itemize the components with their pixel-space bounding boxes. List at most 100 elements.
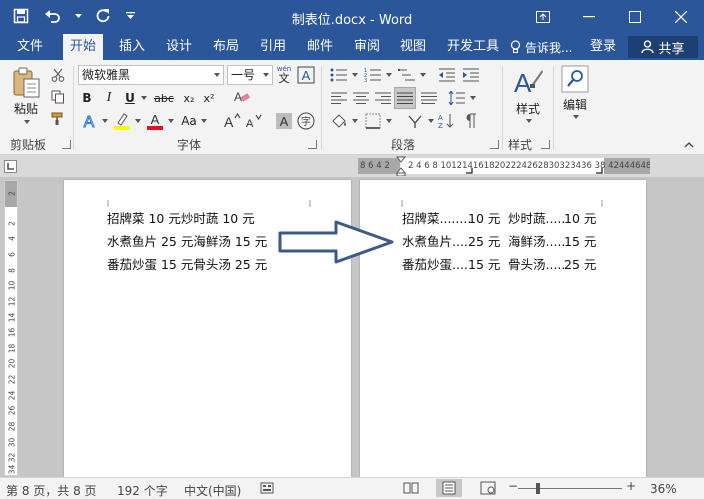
editing-dropdown-icon[interactable]: [569, 112, 581, 122]
chinese-layout-dropdown-icon[interactable]: [426, 111, 434, 131]
font-size-combo[interactable]: 一号: [227, 65, 273, 85]
increase-indent-icon[interactable]: [460, 65, 482, 85]
maximize-icon[interactable]: [612, 0, 658, 34]
zoom-out-button[interactable]: −: [508, 479, 518, 493]
word-count[interactable]: 192 个字: [117, 482, 168, 499]
change-case-button[interactable]: Aa: [178, 111, 200, 131]
tab-home[interactable]: 开始: [63, 34, 104, 60]
highlight-icon[interactable]: [111, 111, 133, 131]
character-border-icon[interactable]: A: [296, 65, 316, 85]
font-name-combo[interactable]: 微软雅黑: [78, 65, 224, 85]
font-color-dropdown-icon[interactable]: [166, 111, 174, 131]
format-painter-icon[interactable]: [49, 110, 67, 128]
shrink-font-icon[interactable]: A: [244, 111, 264, 131]
sort-icon[interactable]: AZ: [436, 111, 458, 131]
borders-dropdown-icon[interactable]: [384, 111, 392, 131]
multilevel-list-icon[interactable]: [396, 65, 418, 85]
clear-formatting-icon[interactable]: A: [230, 87, 252, 107]
decrease-indent-icon[interactable]: [436, 65, 458, 85]
paste-dropdown-icon[interactable]: [20, 117, 32, 127]
justify-icon[interactable]: [394, 87, 416, 109]
tell-me-search[interactable]: 告诉我...: [510, 34, 572, 60]
page-count[interactable]: 第 8 页，共 8 页: [6, 482, 97, 499]
tab-layout[interactable]: 布局: [206, 34, 246, 60]
underline-dropdown-icon[interactable]: [138, 88, 148, 108]
zoom-slider-track[interactable]: [518, 488, 622, 489]
tab-stop-marker-icon[interactable]: [596, 168, 604, 174]
tab-selector[interactable]: [4, 160, 17, 173]
tab-review[interactable]: 审阅: [347, 34, 387, 60]
shading-icon[interactable]: [328, 111, 350, 131]
shading-dropdown-icon[interactable]: [350, 111, 358, 131]
show-formatting-marks-icon[interactable]: [460, 111, 482, 131]
align-center-icon[interactable]: [350, 88, 372, 108]
numbering-dropdown-icon[interactable]: [384, 65, 392, 85]
tab-mailings[interactable]: 邮件: [300, 34, 340, 60]
character-shading-icon[interactable]: A: [274, 111, 294, 131]
italic-button[interactable]: I: [100, 88, 118, 108]
highlight-dropdown-icon[interactable]: [133, 111, 141, 131]
line-spacing-dropdown-icon[interactable]: [468, 88, 476, 108]
right-page[interactable]: 招牌菜........ 10 元 炒时蔬..... 10 元 水煮鱼片.... …: [360, 180, 646, 477]
numbering-icon[interactable]: 123: [362, 65, 384, 85]
web-layout-icon[interactable]: [480, 481, 496, 498]
minimize-icon[interactable]: [566, 0, 612, 34]
bullets-icon[interactable]: [328, 65, 350, 85]
chinese-layout-icon[interactable]: [404, 111, 426, 131]
undo-icon[interactable]: [42, 5, 64, 27]
cut-icon[interactable]: [49, 66, 67, 84]
distributed-icon[interactable]: [418, 88, 440, 108]
indent-marker-icon[interactable]: [396, 156, 406, 176]
align-right-icon[interactable]: [372, 88, 394, 108]
language-indicator[interactable]: 中文(中国): [184, 482, 241, 499]
align-left-icon[interactable]: [328, 88, 350, 108]
borders-icon[interactable]: [362, 111, 384, 131]
line-spacing-icon[interactable]: [446, 88, 468, 108]
tab-view[interactable]: 视图: [393, 34, 433, 60]
underline-button[interactable]: U: [122, 88, 138, 108]
styles-dropdown-icon[interactable]: [522, 116, 534, 126]
share-button[interactable]: 共享: [628, 36, 698, 58]
save-icon[interactable]: [10, 5, 32, 27]
editing-button[interactable]: 编辑: [556, 96, 594, 112]
multilevel-list-dropdown-icon[interactable]: [418, 65, 426, 85]
text-effects-dropdown-icon[interactable]: [100, 111, 108, 131]
bold-button[interactable]: B: [78, 88, 96, 108]
bullets-dropdown-icon[interactable]: [350, 65, 358, 85]
ribbon-display-options-icon[interactable]: [520, 0, 566, 34]
print-layout-icon[interactable]: [436, 479, 462, 497]
vertical-ruler[interactable]: 2 2 4 6 8 10 12 14 16 18 20 22 24 26 28 …: [4, 180, 18, 476]
tab-stop-marker-icon[interactable]: [466, 168, 474, 174]
enclose-characters-icon[interactable]: 字: [296, 111, 316, 131]
read-mode-icon[interactable]: [403, 481, 419, 498]
change-case-dropdown-icon[interactable]: [199, 111, 207, 131]
undo-dropdown-icon[interactable]: [74, 5, 82, 27]
zoom-slider-thumb[interactable]: [536, 483, 540, 494]
tab-references[interactable]: 引用: [253, 34, 293, 60]
macro-record-icon[interactable]: [260, 481, 274, 498]
font-color-icon[interactable]: A: [144, 111, 166, 131]
zoom-level[interactable]: 36%: [650, 482, 677, 496]
collapse-ribbon-icon[interactable]: [682, 140, 696, 150]
tab-insert[interactable]: 插入: [112, 34, 152, 60]
font-dialog-launcher-icon[interactable]: [308, 140, 317, 149]
redo-icon[interactable]: [92, 5, 114, 27]
strikethrough-button[interactable]: abc: [151, 88, 177, 108]
paste-button[interactable]: 粘贴: [8, 100, 44, 116]
styles-button[interactable]: 样式: [508, 100, 548, 116]
grow-font-icon[interactable]: A: [222, 111, 242, 131]
find-icon[interactable]: [558, 64, 592, 94]
copy-icon[interactable]: [49, 88, 67, 106]
paragraph-dialog-launcher-icon[interactable]: [490, 140, 499, 149]
close-icon[interactable]: [658, 0, 704, 34]
tab-file[interactable]: 文件: [10, 34, 50, 60]
tab-developer[interactable]: 开发工具: [440, 34, 506, 60]
zoom-in-button[interactable]: +: [626, 479, 636, 493]
styles-dialog-launcher-icon[interactable]: [541, 140, 550, 149]
paste-icon[interactable]: [8, 66, 44, 100]
superscript-button[interactable]: x²: [200, 88, 218, 108]
sign-in-link[interactable]: 登录: [590, 34, 616, 60]
clipboard-dialog-launcher-icon[interactable]: [62, 140, 71, 149]
text-effects-icon[interactable]: A: [78, 111, 100, 131]
customize-qat-icon[interactable]: [124, 5, 136, 27]
